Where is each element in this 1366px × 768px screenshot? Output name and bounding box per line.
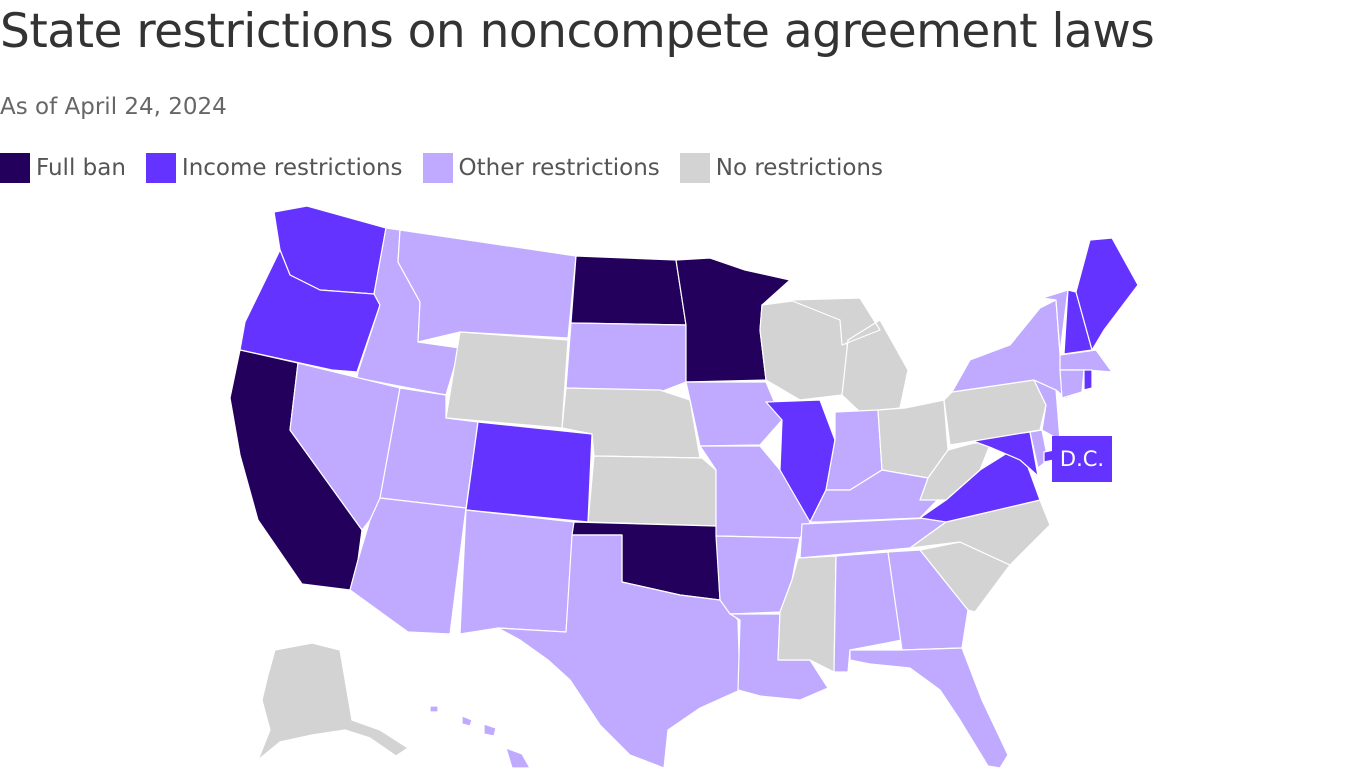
state-wyoming [445, 331, 569, 429]
dc-callout: D.C. [1052, 436, 1112, 482]
state-north-dakota [570, 255, 687, 326]
state-colorado [465, 421, 593, 523]
state-kansas [587, 455, 717, 527]
us-map: D.C. [229, 205, 1139, 768]
state-rhode-island [1083, 369, 1093, 391]
state-florida [849, 647, 1009, 768]
state-iowa [685, 381, 783, 447]
states-layer [229, 205, 1139, 768]
state-montana [397, 229, 577, 343]
state-new-mexico [459, 509, 575, 635]
dc-callout-label: D.C. [1060, 447, 1104, 471]
state-alaska [257, 642, 409, 761]
state-connecticut [1059, 369, 1085, 399]
state-hawaii [429, 705, 531, 768]
state-south-dakota [565, 322, 687, 393]
